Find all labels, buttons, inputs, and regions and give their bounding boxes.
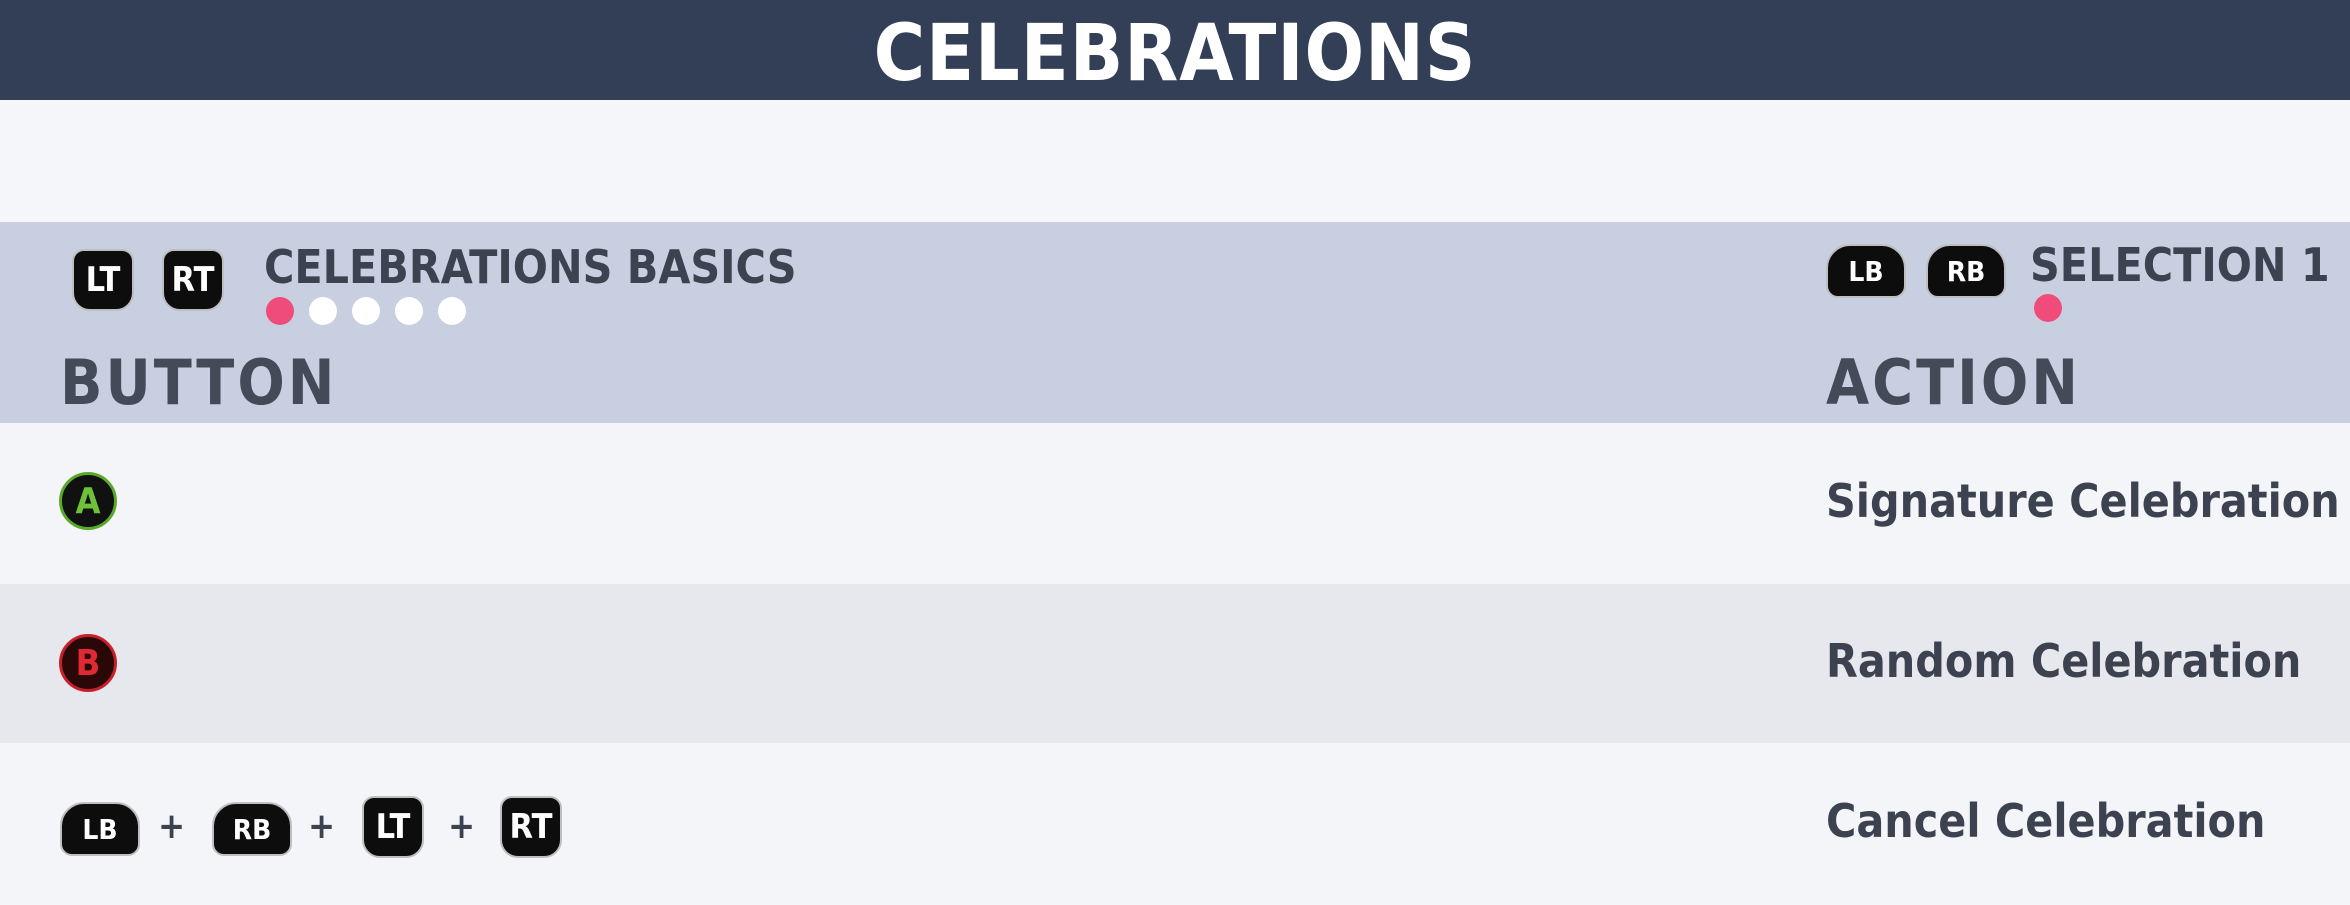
lt-button-icon: LT [362, 796, 424, 858]
lb-button-icon[interactable]: LB [1826, 244, 1906, 298]
page-dot-active[interactable] [266, 297, 294, 325]
rb-button-icon: RB [212, 802, 292, 856]
category-label: CELEBRATIONS BASICS [264, 240, 797, 294]
plus-separator: + [158, 806, 186, 847]
plus-separator: + [308, 806, 336, 847]
page-dot-active[interactable] [2034, 294, 2062, 322]
page-title: CELEBRATIONS [873, 9, 1477, 99]
page-dot[interactable] [395, 297, 423, 325]
header-band: LT RT CELEBRATIONS BASICS LB RB SELECTIO… [0, 222, 2350, 423]
action-text: Random Celebration [1826, 634, 2302, 688]
selection-label: SELECTION 1 [2030, 238, 2330, 292]
rt-button-icon: RT [500, 796, 562, 858]
table-row: B Random Celebration [0, 584, 2350, 743]
action-text: Signature Celebration [1826, 474, 2340, 528]
rb-button-icon[interactable]: RB [1926, 244, 2006, 298]
action-text: Cancel Celebration [1826, 794, 2266, 848]
column-header-button: BUTTON [60, 346, 338, 419]
plus-separator: + [448, 806, 476, 847]
a-button-icon: A [59, 472, 117, 530]
page-dot[interactable] [352, 297, 380, 325]
b-button-icon: B [59, 634, 117, 692]
page-dot[interactable] [309, 297, 337, 325]
category-page-dots [266, 297, 466, 325]
selection-page-dots [2034, 294, 2062, 322]
table-row: LB + RB + LT + RT Cancel Celebration [0, 744, 2350, 903]
lb-button-icon: LB [60, 802, 140, 856]
table-row: A Signature Celebration [0, 424, 2350, 583]
page-dot[interactable] [438, 297, 466, 325]
rt-button-icon[interactable]: RT [162, 249, 224, 311]
lt-button-icon[interactable]: LT [72, 249, 134, 311]
title-bar: CELEBRATIONS [0, 0, 2350, 100]
column-header-action: ACTION [1826, 346, 2081, 419]
